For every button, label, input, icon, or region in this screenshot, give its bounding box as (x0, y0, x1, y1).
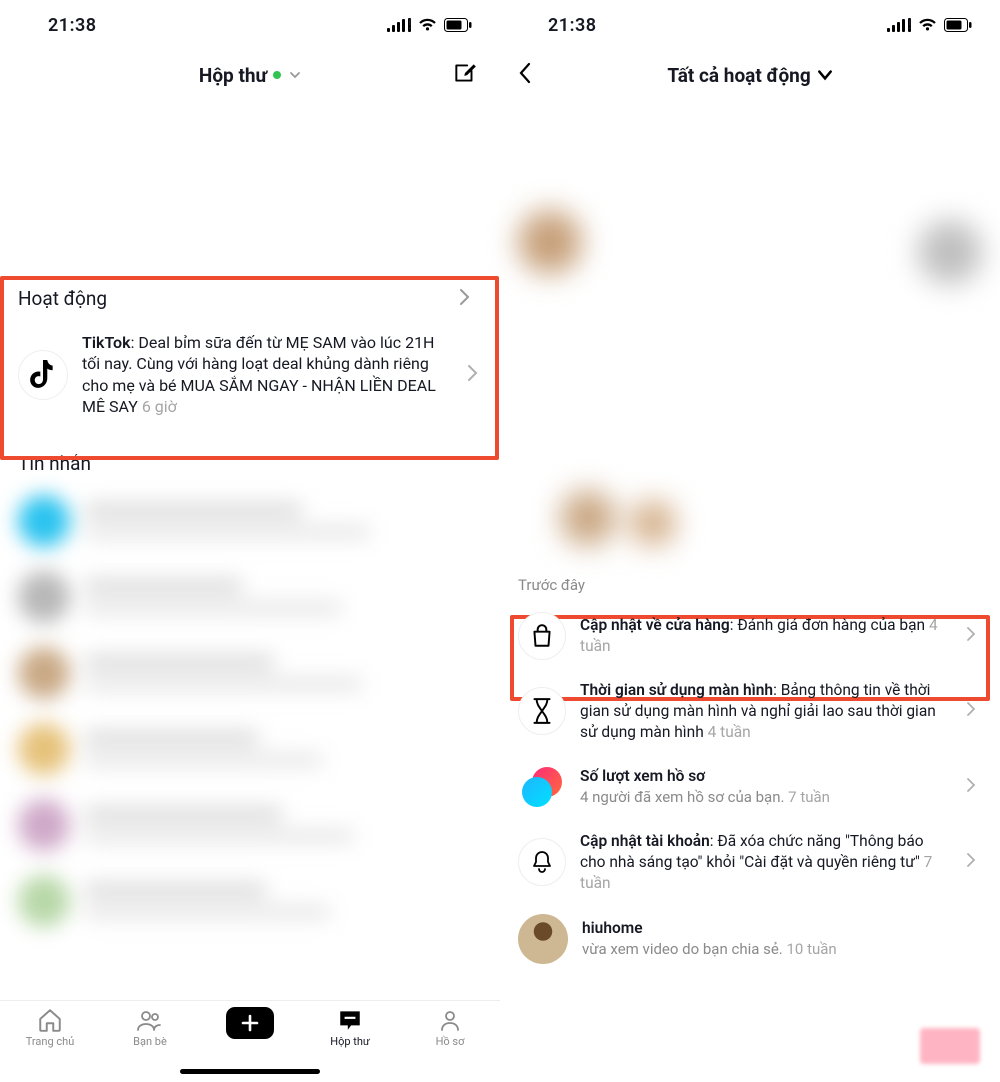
cellular-icon: ! (887, 18, 911, 32)
row-sub: 4 người đã xem hồ sơ của bạn. (580, 788, 788, 806)
shop-update-row[interactable]: Cập nhật về cửa hàng: Đánh giá đơn hàng … (500, 602, 1000, 670)
account-update-row[interactable]: Cập nhật tài khoản: Đã xóa chức năng "Th… (500, 821, 1000, 904)
chevron-right-icon (966, 626, 986, 646)
chevron-right-icon (966, 852, 986, 872)
tab-home[interactable]: Trang chủ (10, 1007, 90, 1048)
row-text: : Đánh giá đơn hàng của bạn (730, 616, 929, 634)
tab-friends[interactable]: Bạn bè (110, 1007, 190, 1048)
earlier-label: Trước đây (500, 570, 1000, 602)
tiktok-notification-row[interactable]: TikTok: Deal bỉm sữa đến từ MẸ SAM vào l… (0, 322, 500, 428)
home-indicator (180, 1069, 320, 1074)
tab-label: Hộp thư (330, 1035, 370, 1048)
plus-button-icon (226, 1007, 274, 1039)
hourglass-icon (531, 697, 553, 725)
profile-views-icon (520, 765, 564, 809)
row-lead: Thời gian sử dụng màn hình (580, 681, 773, 699)
status-time: 21:38 (48, 15, 97, 36)
chevron-right-icon (466, 364, 486, 386)
shop-update-text: Cập nhật về cửa hàng: Đánh giá đơn hàng … (580, 615, 952, 657)
tab-label: Trang chủ (26, 1035, 75, 1048)
status-indicators: ! (887, 18, 972, 32)
activity-header: Tất cả hoạt động (500, 50, 1000, 100)
battery-icon (444, 18, 472, 32)
profile-views-row[interactable]: Số lượt xem hồ sơ 4 người đã xem hồ sơ c… (500, 753, 1000, 821)
row-lead: Số lượt xem hồ sơ (580, 767, 705, 785)
account-update-text: Cập nhật tài khoản: Đã xóa chức năng "Th… (580, 831, 952, 894)
profile-views-text: Số lượt xem hồ sơ 4 người đã xem hồ sơ c… (580, 766, 952, 807)
page-title-text: Hộp thư (199, 64, 267, 87)
screentime-text: Thời gian sử dụng màn hình: Bảng thông t… (580, 680, 952, 743)
notification-sender: TikTok (82, 333, 131, 352)
status-dot-icon (273, 71, 281, 79)
inbox-icon (337, 1007, 363, 1033)
account-avatar (518, 838, 566, 886)
tiktok-logo-icon (30, 360, 56, 390)
bell-icon (530, 849, 554, 875)
page-title[interactable]: Tất cả hoạt động (667, 64, 832, 87)
back-button[interactable] (518, 62, 532, 88)
blurred-messages-list (0, 483, 500, 1082)
status-time: 21:38 (548, 15, 597, 36)
row-sub: vừa xem video do bạn chia sẻ. (582, 940, 787, 958)
battery-icon (944, 18, 972, 32)
activity-header-row[interactable]: Hoạt động (0, 276, 500, 322)
row-lead: hiuhome (582, 919, 643, 937)
shopping-bag-icon (529, 623, 555, 649)
profile-icon (438, 1007, 462, 1033)
tab-label: Bạn bè (133, 1035, 167, 1048)
tab-inbox[interactable]: Hộp thư (310, 1007, 390, 1048)
page-title-text: Tất cả hoạt động (667, 64, 810, 87)
chevron-left-icon (518, 62, 532, 84)
chevron-right-icon (966, 777, 986, 797)
compose-button[interactable] (452, 60, 478, 90)
notification-time: 6 giờ (142, 397, 177, 416)
status-indicators: ! (387, 18, 472, 32)
profile-views-avatar (518, 763, 566, 811)
inbox-header: Hộp thư (0, 50, 500, 100)
chevron-right-icon (458, 288, 478, 310)
user-activity-row[interactable]: hiuhome vừa xem video do bạn chia sẻ. 10… (500, 904, 1000, 974)
tab-profile[interactable]: Hồ sơ (410, 1007, 490, 1048)
tiktok-notification-text: TikTok: Deal bỉm sữa đến từ MẸ SAM vào l… (82, 332, 452, 418)
spacer (0, 100, 500, 276)
compose-icon (452, 60, 478, 86)
tab-create[interactable] (210, 1007, 290, 1039)
row-lead: Cập nhật tài khoản (580, 832, 710, 850)
chevron-right-icon (966, 701, 986, 721)
row-time: 10 tuần (787, 940, 837, 958)
cellular-icon: ! (387, 18, 411, 32)
blurred-activity-area (500, 100, 1000, 570)
home-icon (37, 1007, 63, 1033)
status-bar: 21:38 ! (0, 0, 500, 50)
tiktok-avatar (18, 350, 68, 400)
tab-label: Hồ sơ (436, 1035, 465, 1048)
phone-right: 21:38 ! Tất cả hoạt động T (500, 0, 1000, 1082)
chevron-down-icon (289, 69, 301, 81)
page-title[interactable]: Hộp thư (199, 64, 301, 87)
screentime-avatar (518, 687, 566, 735)
row-lead: Cập nhật về cửa hàng (580, 616, 730, 634)
phone-left: 21:38 ! Hộp thư Hoạt độ (0, 0, 500, 1082)
partial-action-button[interactable] (920, 1028, 980, 1064)
row-time: 4 tuần (708, 723, 751, 741)
shop-avatar (518, 612, 566, 660)
screentime-row[interactable]: Thời gian sử dụng màn hình: Bảng thông t… (500, 670, 1000, 753)
notification-body: : Deal bỉm sữa đến từ MẸ SAM vào lúc 21H… (82, 333, 436, 417)
row-time: 7 tuần (788, 788, 830, 806)
status-bar: 21:38 ! (500, 0, 1000, 50)
bottom-tab-bar: Trang chủ Bạn bè Hộp thư (0, 1000, 500, 1082)
friends-icon (136, 1007, 164, 1033)
user-activity-text: hiuhome vừa xem video do bạn chia sẻ. 10… (582, 918, 986, 959)
activity-label: Hoạt động (18, 287, 107, 310)
wifi-icon (418, 18, 437, 32)
user-avatar (518, 914, 568, 964)
wifi-icon (918, 18, 937, 32)
chevron-down-icon (817, 68, 833, 82)
